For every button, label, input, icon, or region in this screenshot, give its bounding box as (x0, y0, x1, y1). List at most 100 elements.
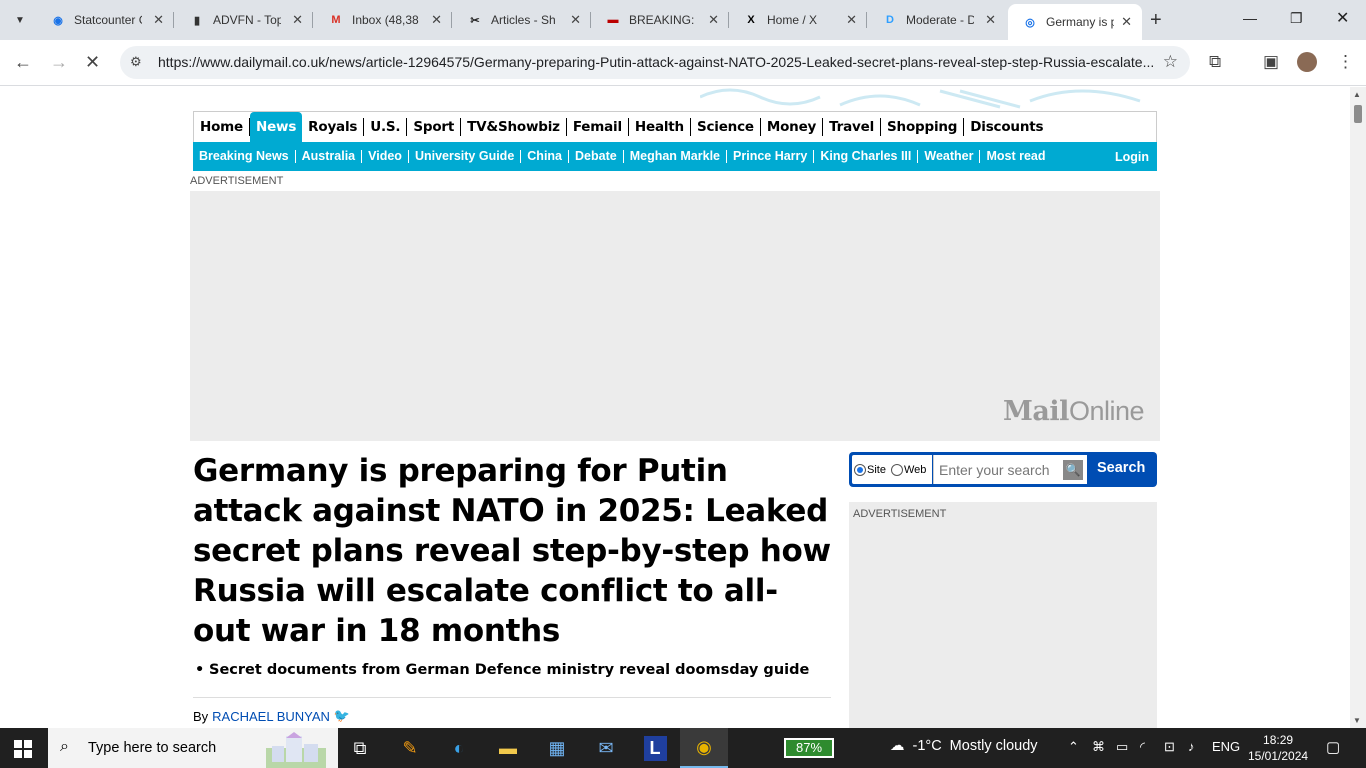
meet-icon[interactable]: ⌘ (1092, 739, 1105, 755)
x-icon: X (747, 14, 755, 26)
top-advertisement[interactable]: MailOnline (190, 191, 1160, 441)
url-text[interactable]: https://www.dailymail.co.uk/news/article… (158, 54, 1158, 70)
byline-prefix: By (193, 708, 209, 724)
chevron-up-icon[interactable]: ⌃ (1068, 739, 1079, 755)
close-icon: ✕ (85, 52, 101, 72)
nav-item[interactable]: Sport (407, 118, 462, 136)
twitter-icon[interactable]: 🐦 (334, 708, 350, 724)
file-explorer-icon[interactable]: ▬ (484, 728, 532, 768)
browser-tab[interactable]: M Inbox (48,38 ✕ (314, 6, 452, 34)
extensions-icon[interactable]: ⧉ (1209, 52, 1221, 72)
scrollbar-thumb[interactable] (1354, 105, 1362, 123)
site-radio[interactable] (854, 463, 866, 476)
ad-label: ADVERTISEMENT (190, 175, 284, 187)
gmail-icon: M (331, 14, 341, 26)
nav-item[interactable]: Royals (302, 118, 365, 136)
sidebar-ad-label: ADVERTISEMENT (853, 508, 947, 520)
web-radio[interactable] (890, 463, 903, 476)
subnav-item[interactable]: China (521, 150, 570, 163)
windows-start-icon[interactable] (14, 740, 32, 758)
tab-search-button[interactable]: ▼ (8, 8, 32, 32)
browser-tab[interactable]: ◎ Germany is p ✕ (1008, 4, 1142, 40)
taskbar-search[interactable]: ⌕ Type here to search (48, 728, 338, 768)
subnav-item[interactable]: Australia (296, 150, 363, 163)
browser-tab[interactable]: X Home / X ✕ (729, 6, 867, 34)
search-scope: Site Web (852, 455, 932, 484)
scroll-down-icon[interactable]: ▼ (1353, 716, 1361, 725)
app-l-icon[interactable]: L (631, 728, 679, 768)
store-icon[interactable]: ▦ (533, 728, 581, 768)
language-indicator[interactable]: ENG (1212, 739, 1240, 754)
nav-item[interactable]: Femail (567, 118, 629, 136)
close-window-button[interactable]: ✕ (1336, 8, 1349, 28)
clock[interactable]: 18:29 15/01/2024 (1248, 732, 1308, 764)
page-scrollbar[interactable]: ▲ ▼ (1350, 87, 1366, 728)
subnav-item[interactable]: Breaking News (193, 150, 296, 163)
side-panel-icon[interactable]: ▣ (1263, 52, 1279, 72)
back-button[interactable]: ← (14, 52, 32, 73)
subnav-item[interactable]: Weather (918, 150, 981, 163)
subnav-item[interactable]: Debate (569, 150, 624, 163)
browser-tab[interactable]: ◉ Statcounter Global Stats ✕ (36, 6, 174, 34)
search-button[interactable]: Search (1097, 460, 1145, 476)
edge-icon[interactable]: ◐ (435, 728, 483, 768)
scroll-up-icon[interactable]: ▲ (1353, 90, 1361, 99)
battery-icon[interactable]: ▭ (1116, 739, 1128, 755)
nav-item[interactable]: Science (691, 118, 761, 136)
subnav-item[interactable]: Video (362, 150, 409, 163)
paint-app-icon[interactable]: ✎ (386, 728, 434, 768)
tab-close-icon[interactable]: ✕ (431, 12, 442, 28)
tab-close-icon[interactable]: ✕ (1121, 14, 1132, 30)
volume-icon[interactable]: ♪ (1188, 739, 1195, 754)
profile-avatar[interactable] (1297, 52, 1317, 72)
subnav-item[interactable]: University Guide (409, 150, 522, 163)
nav-item[interactable]: News (250, 111, 303, 143)
wifi-icon[interactable]: ◜ (1140, 739, 1145, 755)
login-link[interactable]: Login (1115, 150, 1149, 164)
battery-indicator: 87% (784, 738, 834, 758)
new-tab-button[interactable]: + (1150, 9, 1162, 32)
mail-icon[interactable]: ✉ (582, 728, 630, 768)
site-search: Site Web Enter your search 🔍 Search (849, 452, 1157, 487)
browser-tab[interactable]: D Moderate - D ✕ (868, 6, 1006, 34)
menu-kebab-icon[interactable]: ⋮ (1337, 52, 1354, 72)
nav-item[interactable]: Discounts (964, 118, 1049, 136)
nav-item[interactable]: U.S. (364, 118, 408, 136)
restore-button[interactable]: ❐ (1290, 10, 1303, 27)
tab-close-icon[interactable]: ✕ (292, 12, 303, 28)
address-bar[interactable]: ⚙ https://www.dailymail.co.uk/news/artic… (120, 46, 1190, 79)
tab-close-icon[interactable]: ✕ (708, 12, 719, 28)
forward-button[interactable]: → (50, 52, 68, 73)
nav-item[interactable]: Money (761, 118, 824, 136)
weather-widget[interactable]: ☁ -1°C Mostly cloudy (890, 738, 1038, 754)
tab-close-icon[interactable]: ✕ (846, 12, 857, 28)
tab-close-icon[interactable]: ✕ (985, 12, 996, 28)
nav-item[interactable]: Travel (823, 118, 882, 136)
site-info-icon[interactable]: ⚙ (130, 54, 142, 70)
nav-item[interactable]: Health (629, 118, 691, 136)
browser-tab[interactable]: ▬ BREAKING: V ✕ (591, 6, 729, 34)
sidebar-advertisement[interactable]: ADVERTISEMENT (849, 502, 1157, 728)
search-icon: ⌕ (60, 738, 69, 755)
nav-item[interactable]: TV&Showbiz (461, 118, 567, 136)
network-icon[interactable]: ⊡ (1164, 739, 1175, 755)
subnav-item[interactable]: King Charles III (814, 150, 919, 163)
minimize-button[interactable]: — (1243, 10, 1257, 26)
search-icon[interactable]: 🔍 (1063, 460, 1083, 480)
article-bullet: Secret documents from German Defence min… (193, 662, 833, 678)
nav-item[interactable]: Shopping (881, 118, 965, 136)
subnav-item[interactable]: Meghan Markle (624, 150, 728, 163)
stop-loading-button[interactable]: ✕ (85, 52, 100, 73)
subnav-item[interactable]: Most read (980, 150, 1051, 163)
author-link[interactable]: RACHAEL BUNYAN (212, 709, 330, 724)
bookmark-star-icon[interactable]: ☆ (1163, 52, 1178, 72)
browser-tab[interactable]: ▮ ADVFN - Top ✕ (175, 6, 313, 34)
task-view-icon[interactable]: ⧉ (336, 728, 384, 768)
tab-close-icon[interactable]: ✕ (153, 12, 164, 28)
browser-tab[interactable]: ✂ Articles - Sh ✕ (453, 6, 591, 34)
nav-item[interactable]: Home (194, 118, 250, 136)
notifications-icon[interactable]: ▢ (1326, 738, 1340, 756)
subnav-item[interactable]: Prince Harry (727, 150, 815, 163)
chrome-icon[interactable]: ◉ (680, 728, 728, 768)
tab-close-icon[interactable]: ✕ (570, 12, 581, 28)
